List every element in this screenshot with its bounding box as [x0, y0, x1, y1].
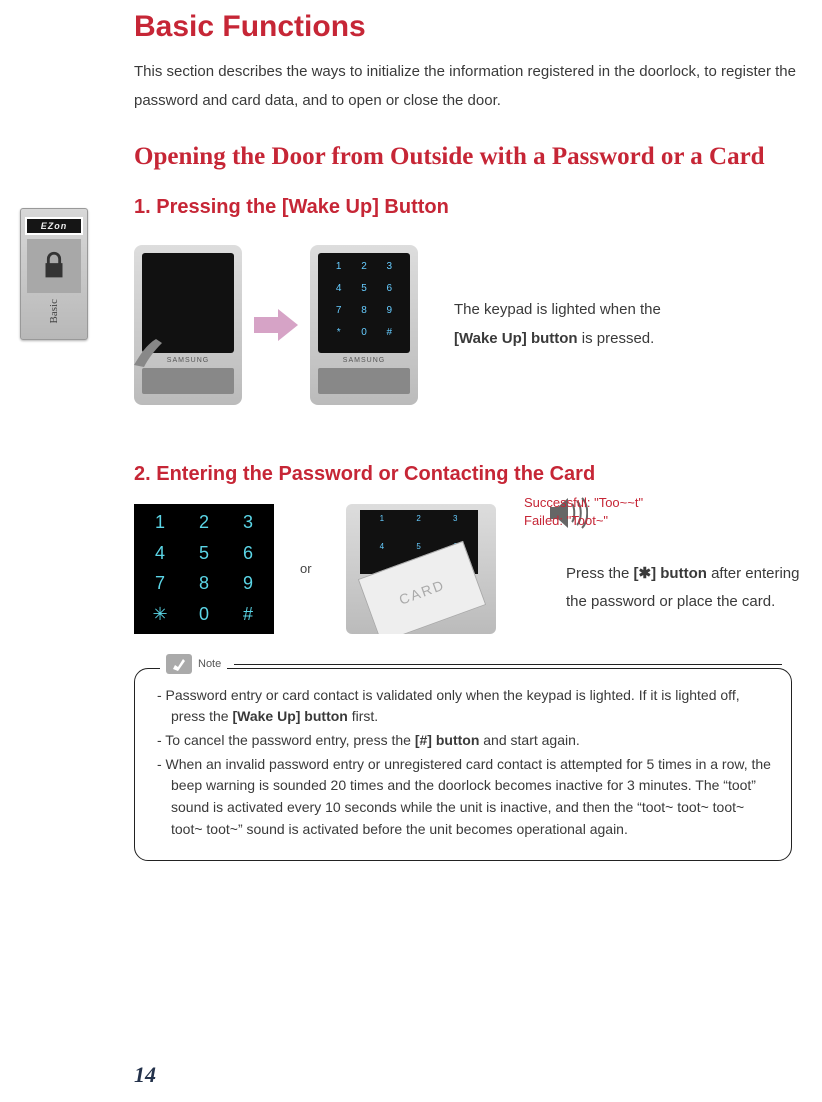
caption1-post: is pressed.: [578, 330, 655, 347]
intro-text: This section describes the ways to initi…: [134, 58, 822, 115]
lock-icon: [27, 239, 81, 293]
brand-label-2: SAMSUNG: [343, 357, 385, 364]
note-label: Note: [160, 654, 227, 674]
keypad-key: 4: [140, 540, 180, 567]
keypad-key: 6: [228, 540, 268, 567]
note-box: - Password entry or card contact is vali…: [134, 668, 792, 862]
step1-illustration: SAMSUNG 123 456 789 *0# SAMSUNG The keyp…: [134, 245, 822, 405]
keypad-key: 3: [228, 510, 268, 537]
keypad-key: #: [228, 601, 268, 628]
doorlock-lit-image: 123 456 789 *0# SAMSUNG: [310, 245, 418, 405]
step2-caption: Press the [✱] button after entering the …: [566, 560, 806, 617]
doorlock-off-image: SAMSUNG: [134, 245, 242, 405]
caption2-pre: Press the: [566, 565, 634, 582]
result-failed: Failed: "Toot~": [524, 512, 643, 530]
keypad-key: 5: [184, 540, 224, 567]
page-number: 14: [134, 1062, 156, 1088]
side-tab-image: EZon Basic: [20, 208, 88, 340]
finger-press-icon: [124, 315, 184, 375]
tab-label: Basic: [48, 299, 60, 323]
keypad-key: 2: [184, 510, 224, 537]
note-label-text: Note: [198, 658, 221, 670]
keypad-key: 7: [140, 571, 180, 598]
result-success: Successful: "Too~~t": [524, 494, 643, 512]
step1-heading: 1. Pressing the [Wake Up] Button: [134, 196, 822, 219]
or-label: or: [300, 561, 312, 576]
step1-caption: The keypad is lighted when the [Wake Up]…: [454, 296, 684, 353]
note-item-2: - To cancel the password entry, press th…: [157, 730, 773, 752]
ezon-logo: EZon: [25, 217, 83, 235]
caption1-bold: [Wake Up] button: [454, 330, 578, 347]
page-title: Basic Functions: [134, 0, 822, 44]
note-item-1: - Password entry or card contact is vali…: [157, 685, 773, 728]
note-icon: [166, 654, 192, 674]
card-tap-image: 123 456 CARD: [346, 504, 496, 634]
note-block: Note - Password entry or card contact is…: [134, 668, 822, 862]
caption1-pre: The keypad is lighted when the: [454, 301, 661, 318]
keypad-key: 1: [140, 510, 180, 537]
keypad-key: 9: [228, 571, 268, 598]
step2-illustration: 123456789✳0# or 123 456 CARD Successful:…: [134, 504, 822, 634]
result-text: Successful: "Too~~t" Failed: "Toot~": [524, 494, 643, 530]
note-divider: [234, 664, 782, 665]
step2-heading: 2. Entering the Password or Contacting t…: [134, 463, 822, 486]
keypad-key: 8: [184, 571, 224, 598]
keypad-image: 123 456 789 ✳0#: [134, 504, 274, 634]
caption2-bold: [✱] button: [634, 565, 707, 582]
section-heading: Opening the Door from Outside with a Pas…: [134, 141, 822, 174]
arrow-right-icon: [254, 309, 298, 341]
keypad-key: 0: [184, 601, 224, 628]
note-item-3: - When an invalid password entry or unre…: [157, 754, 773, 841]
keypad-key: ✳: [140, 601, 180, 628]
